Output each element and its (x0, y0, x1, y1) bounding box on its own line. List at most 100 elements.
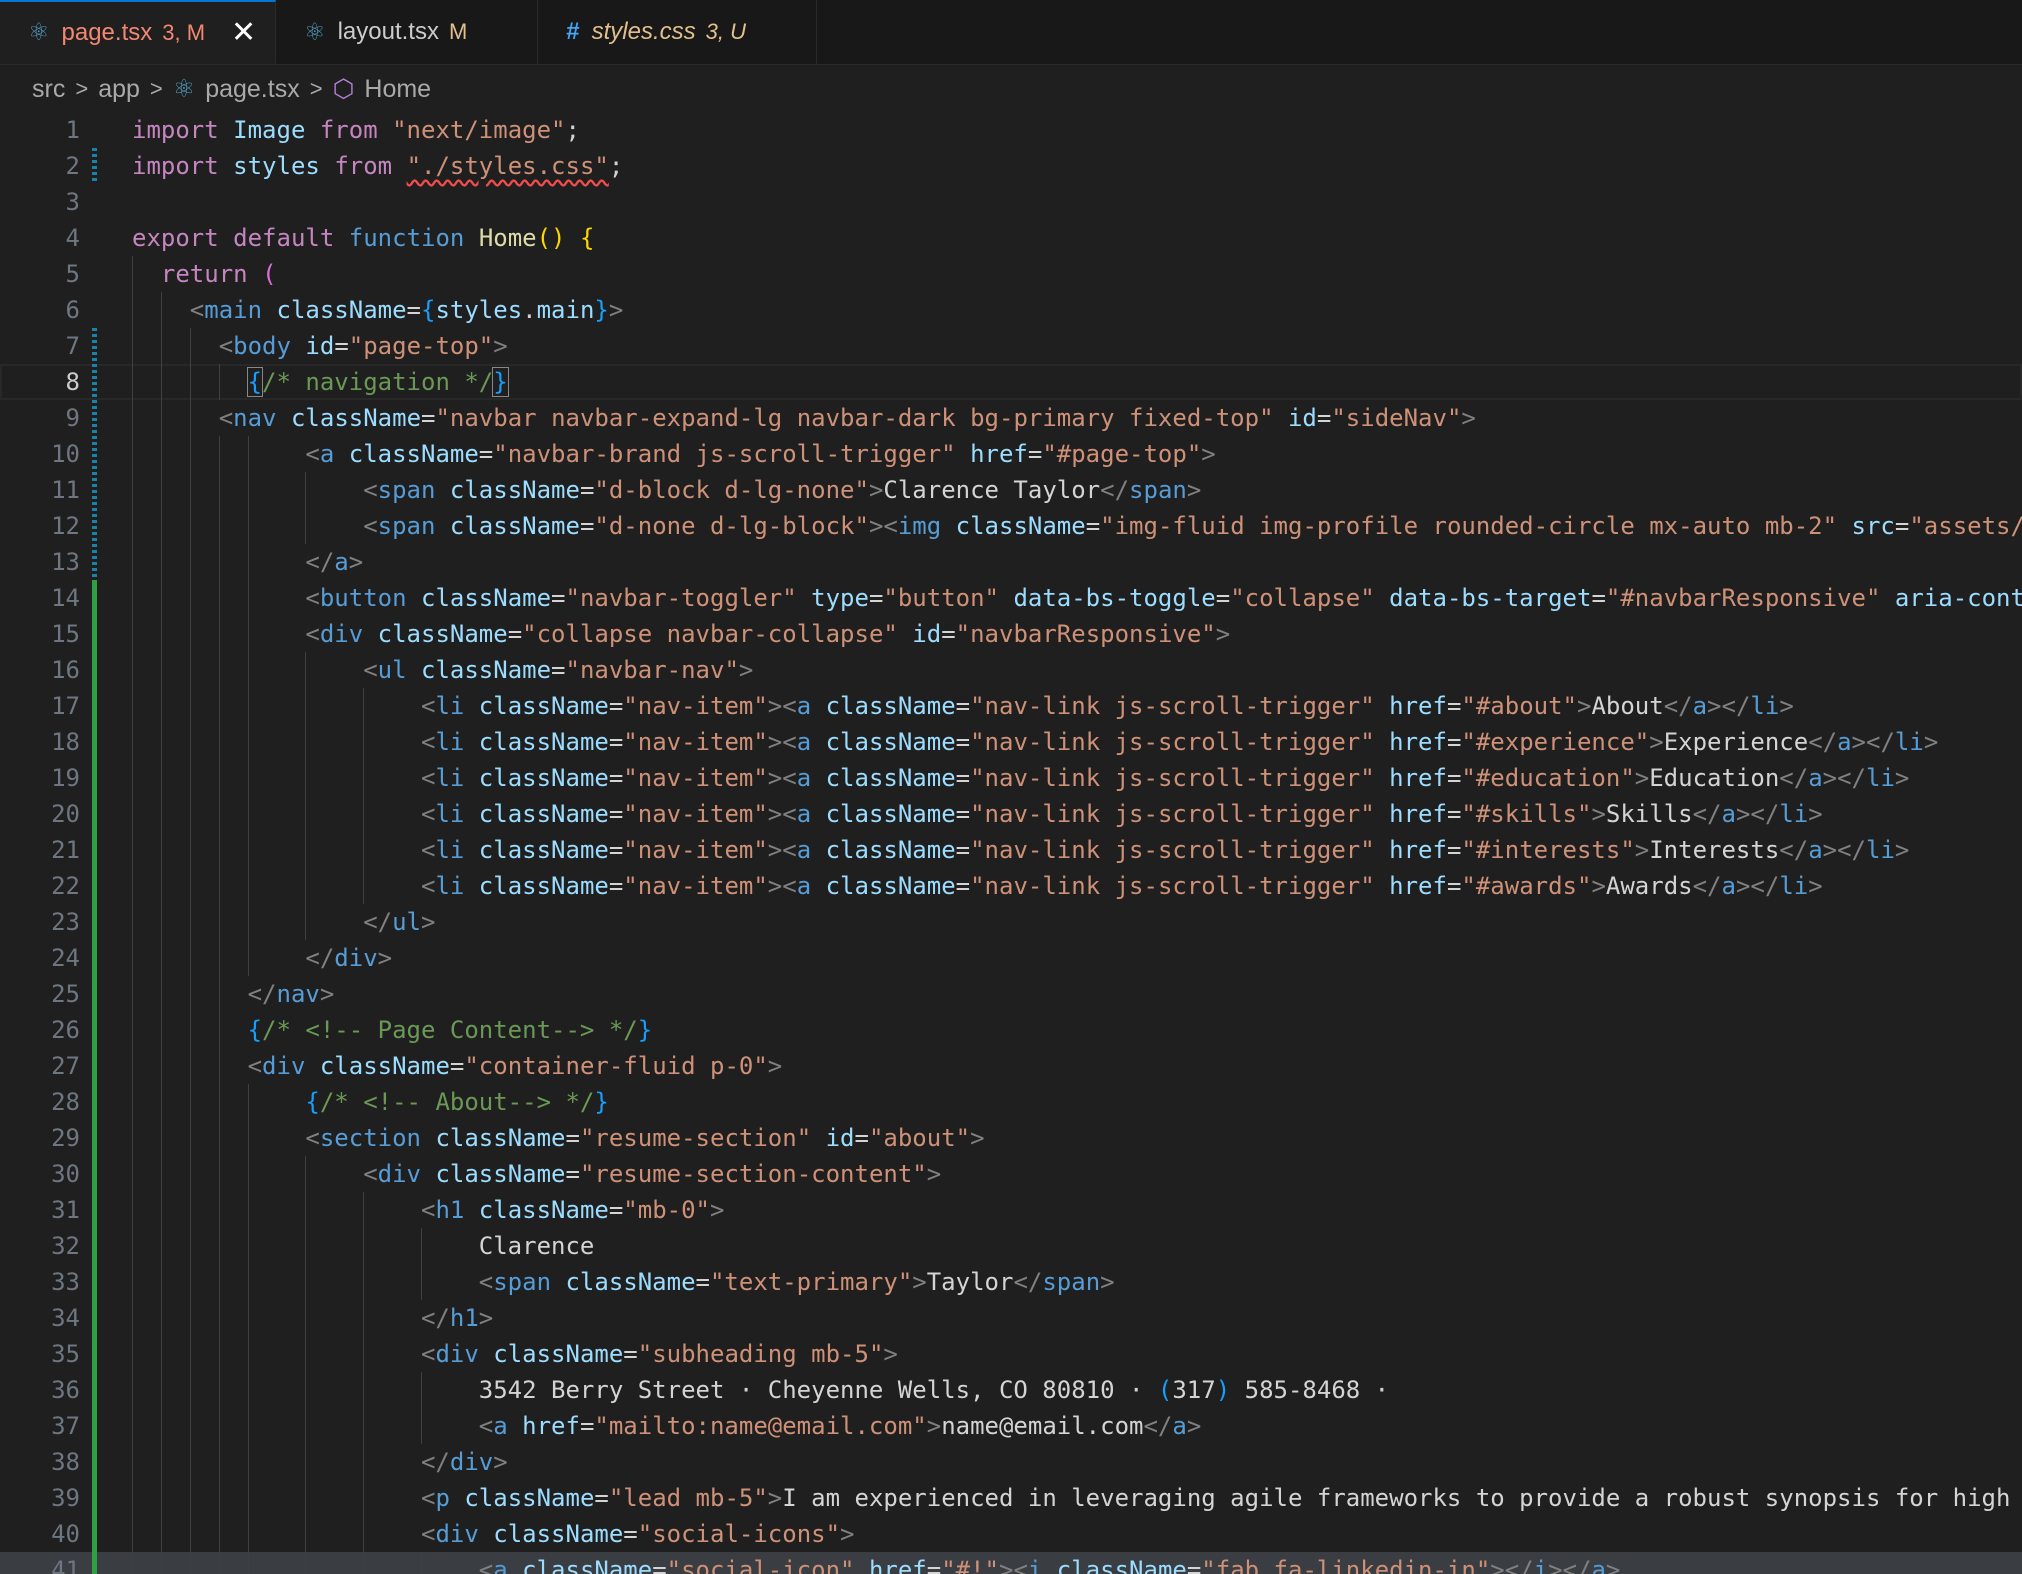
git-added-marker[interactable] (92, 1516, 97, 1552)
code-line[interactable]: 5 return ( (0, 256, 2022, 292)
code-line[interactable]: 35 <div className="subheading mb-5"> (0, 1336, 2022, 1372)
git-added-marker[interactable] (92, 1012, 97, 1048)
git-added-marker[interactable] (92, 796, 97, 832)
code-token: = (579, 476, 595, 504)
code-line[interactable]: 25 </nav> (0, 976, 2022, 1012)
git-added-marker[interactable] (92, 1120, 97, 1156)
git-added-marker[interactable] (92, 1084, 97, 1120)
code-line[interactable]: 19 <li className="nav-item"><a className… (0, 760, 2022, 796)
code-line[interactable]: 6 <main className={styles.main}> (0, 292, 2022, 328)
code-line[interactable]: 12 <span className="d-none d-lg-block"><… (0, 508, 2022, 544)
code-line[interactable]: 18 <li className="nav-item"><a className… (0, 724, 2022, 760)
code-line[interactable]: 10 <a className="navbar-brand js-scroll-… (0, 436, 2022, 472)
tab-styles-css[interactable]: # styles.css 3, U (538, 0, 818, 64)
code-line[interactable]: 21 <li className="nav-item"><a className… (0, 832, 2022, 868)
git-added-marker[interactable] (92, 580, 97, 616)
git-added-marker[interactable] (92, 1408, 97, 1444)
git-added-marker[interactable] (92, 1156, 97, 1192)
code-line[interactable]: 23 </ul> (0, 904, 2022, 940)
code-line[interactable]: 7 <body id="page-top"> (0, 328, 2022, 364)
code-line[interactable]: 4 export default function Home() { (0, 220, 2022, 256)
code-line[interactable]: 11 <span className="d-block d-lg-none">C… (0, 472, 2022, 508)
git-modified-marker[interactable] (92, 544, 97, 580)
code-text: <ul className="navbar-nav"> (132, 652, 753, 688)
code-line[interactable]: 33 <span className="text-primary">Taylor… (0, 1264, 2022, 1300)
code-line[interactable]: 40 <div className="social-icons"> (0, 1516, 2022, 1552)
code-token: > (1634, 836, 1650, 864)
git-added-marker[interactable] (92, 1444, 97, 1480)
git-added-marker[interactable] (92, 1264, 97, 1300)
code-line[interactable]: 36 3542 Berry Street · Cheyenne Wells, C… (0, 1372, 2022, 1408)
code-line[interactable]: 1 import Image from "next/image"; (0, 112, 2022, 148)
code-token: a (1808, 764, 1823, 792)
git-added-marker[interactable] (92, 1192, 97, 1228)
code-token: section (319, 1124, 421, 1152)
git-modified-marker[interactable] (92, 364, 97, 400)
git-added-marker[interactable] (92, 1372, 97, 1408)
git-added-marker[interactable] (92, 1228, 97, 1264)
git-modified-marker[interactable] (92, 148, 97, 184)
git-added-marker[interactable] (92, 940, 97, 976)
code-line[interactable]: 30 <div className="resume-section-conten… (0, 1156, 2022, 1192)
git-added-marker[interactable] (92, 904, 97, 940)
git-added-marker[interactable] (92, 688, 97, 724)
code-line[interactable]: 26 {/* <!-- Page Content--> */} (0, 1012, 2022, 1048)
code-token: span (493, 1268, 552, 1296)
code-token: "#awards" (1461, 872, 1592, 900)
tab-layout-tsx[interactable]: ⚛ layout.tsx M (276, 0, 539, 64)
code-line[interactable]: 31 <h1 className="mb-0"> (0, 1192, 2022, 1228)
code-line[interactable]: 41 <a className="social-icon" href="#!">… (0, 1552, 2022, 1574)
git-modified-marker[interactable] (92, 400, 97, 436)
code-line[interactable]: 2 import styles from "./styles.css"; (0, 148, 2022, 184)
code-token: < (363, 656, 378, 684)
git-modified-marker[interactable] (92, 328, 97, 364)
code-line[interactable]: 38 </div> (0, 1444, 2022, 1480)
code-line[interactable]: 28 {/* <!-- About--> */} (0, 1084, 2022, 1120)
git-added-marker[interactable] (92, 1552, 97, 1574)
code-line[interactable]: 17 <li className="nav-item"><a className… (0, 688, 2022, 724)
line-number: 11 (51, 476, 80, 504)
git-added-marker[interactable] (92, 976, 97, 1012)
git-added-marker[interactable] (92, 616, 97, 652)
git-modified-marker[interactable] (92, 472, 97, 508)
code-token: span (1042, 1268, 1101, 1296)
code-token: Awards (1605, 872, 1693, 900)
git-added-marker[interactable] (92, 652, 97, 688)
git-added-marker[interactable] (92, 760, 97, 796)
git-modified-marker[interactable] (92, 508, 97, 544)
code-line[interactable]: 13 </a> (0, 544, 2022, 580)
code-line[interactable]: 9 <nav className="navbar navbar-expand-l… (0, 400, 2022, 436)
code-line[interactable]: 39 <p className="lead mb-5">I am experie… (0, 1480, 2022, 1516)
code-line[interactable]: 34 </h1> (0, 1300, 2022, 1336)
code-token: > (348, 548, 364, 576)
tab-page-tsx[interactable]: ⚛ page.tsx 3, M ✕ (0, 0, 277, 64)
git-added-marker[interactable] (92, 724, 97, 760)
code-line[interactable]: 37 <a href="mailto:name@email.com">name@… (0, 1408, 2022, 1444)
breadcrumb-item-file[interactable]: page.tsx (205, 75, 300, 104)
breadcrumb-item-app[interactable]: app (98, 75, 140, 104)
code-token: aria-cont (1894, 584, 2022, 612)
git-added-marker[interactable] (92, 1480, 97, 1516)
breadcrumb-item-symbol[interactable]: Home (364, 75, 431, 104)
code-line[interactable]: 20 <li className="nav-item"><a className… (0, 796, 2022, 832)
code-line[interactable]: 15 <div className="collapse navbar-colla… (0, 616, 2022, 652)
git-added-marker[interactable] (92, 1048, 97, 1084)
code-line[interactable]: 22 <li className="nav-item"><a className… (0, 868, 2022, 904)
code-line[interactable]: 32 Clarence (0, 1228, 2022, 1264)
code-line[interactable]: 3 (0, 184, 2022, 220)
code-line[interactable]: 14 <button className="navbar-toggler" ty… (0, 580, 2022, 616)
code-line[interactable]: 27 <div className="container-fluid p-0"> (0, 1048, 2022, 1084)
code-editor[interactable]: 1 import Image from "next/image"; 2 import … (0, 110, 2022, 1574)
code-line[interactable]: 8 {/* navigation */} (0, 364, 2022, 400)
git-added-marker[interactable] (92, 868, 97, 904)
code-line[interactable]: 29 <section className="resume-section" i… (0, 1120, 2022, 1156)
code-line[interactable]: 16 <ul className="navbar-nav"> (0, 652, 2022, 688)
git-modified-marker[interactable] (92, 436, 97, 472)
close-icon[interactable]: ✕ (231, 15, 256, 50)
git-added-marker[interactable] (92, 832, 97, 868)
code-line[interactable]: 24 </div> (0, 940, 2022, 976)
git-added-marker[interactable] (92, 1300, 97, 1336)
git-added-marker[interactable] (92, 1336, 97, 1372)
breadcrumb-item-src[interactable]: src (32, 75, 65, 104)
